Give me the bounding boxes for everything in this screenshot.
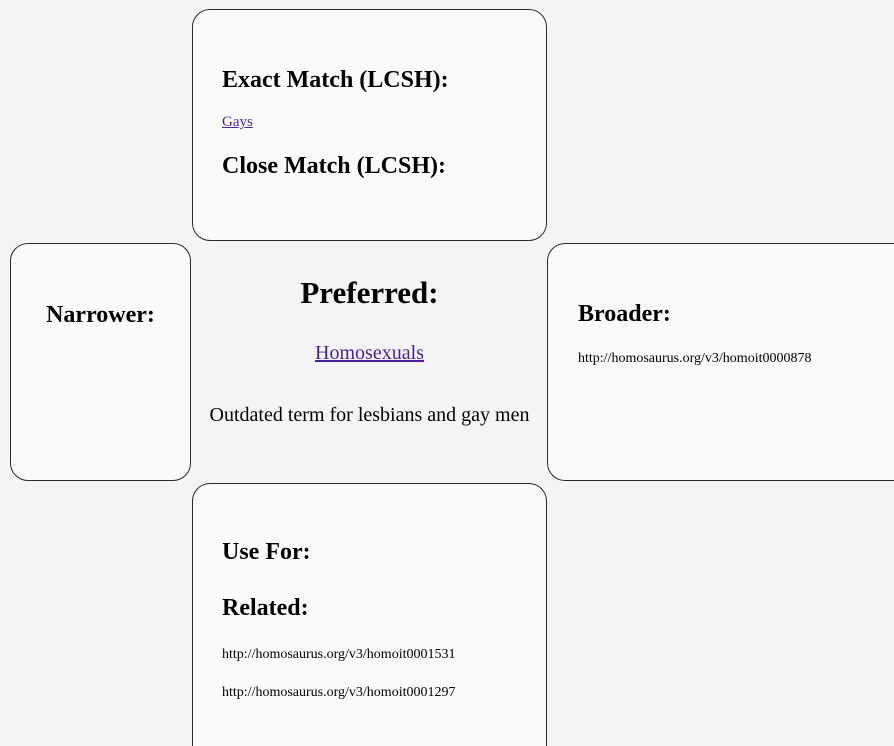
broader-heading: Broader: (578, 301, 671, 327)
exact-match-heading: Exact Match (LCSH): (222, 67, 449, 93)
term-definition: Outdated term for lesbians and gay men (209, 404, 530, 426)
preferred-heading: Preferred: (300, 275, 439, 310)
lcsh-match-card: Exact Match (LCSH): Gays Close Match (LC… (192, 9, 547, 241)
exact-match-link[interactable]: Gays (222, 114, 546, 131)
related-uri: http://homosaurus.org/v3/homoit0001297 (222, 685, 456, 700)
term-relationship-view: Exact Match (LCSH): Gays Close Match (LC… (0, 0, 894, 746)
narrower-heading: Narrower: (46, 302, 155, 328)
preferred-term-panel: Preferred: Homosexuals Outdated term for… (192, 243, 547, 481)
broader-card: Broader: http://homosaurus.org/v3/homoit… (547, 243, 894, 481)
related-heading: Related: (222, 595, 309, 621)
narrower-card: Narrower: (10, 243, 191, 481)
related-uri-list: http://homosaurus.org/v3/homoit0001531 h… (222, 646, 546, 702)
preferred-term-link[interactable]: Homosexuals (192, 342, 547, 365)
broader-uri: http://homosaurus.org/v3/homoit0000878 (578, 351, 812, 366)
use-for-related-card: Use For: Related: http://homosaurus.org/… (192, 483, 547, 746)
close-match-heading: Close Match (LCSH): (222, 153, 446, 179)
use-for-heading: Use For: (222, 539, 311, 565)
related-uri: http://homosaurus.org/v3/homoit0001531 (222, 647, 456, 662)
